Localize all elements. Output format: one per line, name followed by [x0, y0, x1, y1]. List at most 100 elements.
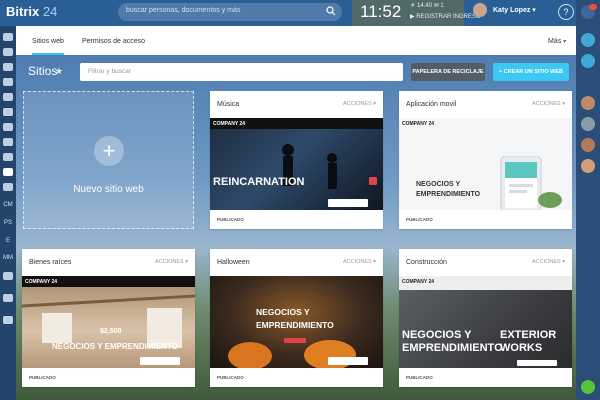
- brand-version: 24: [42, 4, 58, 19]
- top-bar: Bitrix 24 buscar personas, documentos y …: [0, 0, 600, 26]
- site-preview[interactable]: COMPANY 24 NEGOCIOS Y EMPRENDIMIENTO: [399, 118, 572, 210]
- site-preview[interactable]: COMPANY 24 $2,500 NEGOCIOS Y EMPRENDIMIE…: [22, 276, 195, 368]
- global-search-placeholder: buscar personas, documentos y más: [126, 7, 241, 14]
- site-preview[interactable]: NEGOCIOS Y EMPRENDIMIENTO: [210, 276, 383, 368]
- site-card-actions[interactable]: ACCIONES ▾: [532, 259, 565, 265]
- site-card-actions[interactable]: ACCIONES ▾: [343, 259, 376, 265]
- search-icon[interactable]: [326, 6, 336, 16]
- tab-more[interactable]: Más ▾: [548, 26, 566, 55]
- preview-headline: EMPRENDIMIENTO: [416, 191, 481, 198]
- tasks-icon[interactable]: [3, 63, 13, 71]
- clock-icon[interactable]: [3, 138, 13, 146]
- preview-headline: NEGOCIOS Y: [256, 307, 310, 317]
- notification-badge: [589, 4, 597, 10]
- contact-avatar[interactable]: [581, 117, 595, 131]
- user-name: Katy Lopez: [493, 7, 531, 14]
- filter-search-input[interactable]: Filtrar y buscar: [80, 63, 403, 81]
- menu-icon[interactable]: [3, 33, 13, 41]
- preview-price: $2,500: [100, 328, 122, 335]
- site-card-real-estate[interactable]: Bienes raíces ACCIONES ▾ COMPANY 24 $2,5…: [22, 249, 195, 387]
- tab-access-permissions[interactable]: Permisos de acceso: [82, 26, 145, 55]
- chevron-down-icon: ▾: [532, 7, 536, 14]
- site-card-title: Construcción: [406, 259, 447, 266]
- user-avatar[interactable]: [473, 3, 487, 17]
- brand-name: Bitrix: [6, 4, 40, 19]
- more-icon[interactable]: [3, 316, 13, 324]
- settings-icon[interactable]: [3, 272, 13, 280]
- plus-icon: +: [94, 136, 124, 166]
- brand-logo[interactable]: Bitrix 24: [6, 4, 57, 19]
- preview-headline: EMPRENDIMIENTO: [256, 320, 334, 330]
- filter-icon[interactable]: [3, 153, 13, 161]
- sidebar-item-e[interactable]: E: [0, 238, 16, 244]
- chat-icon[interactable]: [3, 78, 13, 86]
- site-preview[interactable]: COMPANY 24 NEGOCIOS Y EMPRENDIMIENTO EXT…: [399, 276, 572, 368]
- site-card-halloween[interactable]: Halloween ACCIONES ▾ NEGOCIOS Y EMPRENDI…: [210, 249, 383, 387]
- status-badge: PUBLICADO: [217, 375, 244, 380]
- filter-placeholder: Filtrar y buscar: [88, 68, 131, 75]
- site-card-title: Bienes raíces: [29, 259, 72, 266]
- sidebar-item-cm[interactable]: CM: [0, 202, 16, 208]
- site-card-title: Música: [217, 101, 240, 108]
- preview-headline: EMPRENDIMIENTO: [402, 342, 503, 354]
- drive-icon[interactable]: [3, 108, 13, 116]
- preview-logo: COMPANY 24: [25, 279, 58, 285]
- site-preview[interactable]: COMPANY 24 REINCARNATION: [210, 118, 383, 210]
- site-card-music[interactable]: Música ACCIONES ▾ COMPANY 24 REINCARNATI…: [210, 91, 383, 229]
- site-card-title: Aplicación movil: [406, 101, 457, 108]
- global-search-input[interactable]: buscar personas, documentos y más: [118, 3, 342, 21]
- sidebar-item-ps[interactable]: PS: [0, 220, 16, 226]
- preview-headline: NEGOCIOS Y: [416, 181, 461, 188]
- sidebar-item-mm[interactable]: MM: [0, 255, 16, 261]
- messenger-icon[interactable]: [581, 54, 595, 68]
- star-icon[interactable]: ★: [55, 66, 63, 77]
- tab-more-label: Más: [548, 38, 562, 45]
- contact-avatar[interactable]: [581, 138, 595, 152]
- sites-icon[interactable]: [3, 168, 13, 176]
- new-site-label: Nuevo sitio web: [73, 184, 144, 195]
- site-card-construction[interactable]: Construcción ACCIONES ▾ COMPANY 24 NEGOC…: [399, 249, 572, 387]
- store-icon[interactable]: [3, 183, 13, 191]
- plant-image: [538, 192, 562, 208]
- calendar-icon[interactable]: [3, 93, 13, 101]
- site-card-mobile-app[interactable]: Aplicación movil ACCIONES ▾ COMPANY 24 N…: [399, 91, 572, 229]
- clock-info: ☀ 14:40 ✉ 1: [410, 3, 444, 9]
- right-sidebar: [576, 0, 600, 400]
- register-entry-button[interactable]: ▶ REGISTRAR INGRESO: [410, 13, 481, 20]
- preview-headline: NEGOCIOS Y EMPRENDIMIENTO: [52, 342, 178, 351]
- phone-icon[interactable]: [581, 380, 595, 394]
- apps-icon[interactable]: [3, 294, 13, 302]
- chevron-down-icon: ▾: [563, 39, 567, 45]
- preview-logo: COMPANY 24: [402, 279, 435, 285]
- preview-headline: NEGOCIOS Y: [402, 329, 472, 341]
- preview-headline: WORKS: [500, 342, 543, 354]
- status-badge: PUBLICADO: [29, 375, 56, 380]
- status-badge: PUBLICADO: [406, 375, 433, 380]
- site-card-actions[interactable]: ACCIONES ▾: [343, 101, 376, 107]
- mail-icon[interactable]: [3, 123, 13, 131]
- contact-avatar[interactable]: [581, 96, 595, 110]
- chat-icon[interactable]: [581, 33, 595, 47]
- clock-time: 11:52: [360, 2, 402, 21]
- status-badge: PUBLICADO: [406, 217, 433, 222]
- site-card-title: Halloween: [217, 259, 250, 266]
- create-site-button[interactable]: + CREAR UN SITIO WEB: [493, 63, 569, 81]
- help-icon[interactable]: ?: [558, 4, 574, 20]
- preview-headline: REINCARNATION: [213, 176, 305, 188]
- preview-headline: EXTERIOR: [500, 329, 557, 341]
- tab-sites[interactable]: Sitios web: [32, 26, 64, 55]
- preview-logo: COMPANY 24: [402, 121, 435, 127]
- feed-icon[interactable]: [3, 48, 13, 56]
- tab-bar: Sitios web Permisos de acceso Más ▾: [16, 26, 576, 55]
- new-site-tile[interactable]: + Nuevo sitio web: [23, 91, 194, 229]
- recycle-bin-button[interactable]: PAPELERA DE RECICLAJE: [411, 63, 485, 81]
- preview-logo: COMPANY 24: [213, 121, 246, 127]
- site-card-actions[interactable]: ACCIONES ▾: [155, 259, 188, 265]
- page-title: Sitios: [28, 64, 58, 78]
- time-widget[interactable]: 11:52 ☀ 14:40 ✉ 1 ▶ REGISTRAR INGRESO: [352, 0, 481, 26]
- user-menu[interactable]: Katy Lopez ▾: [493, 6, 536, 14]
- concert-image: [282, 144, 337, 189]
- contact-avatar[interactable]: [581, 159, 595, 173]
- status-badge: PUBLICADO: [217, 217, 244, 222]
- site-card-actions[interactable]: ACCIONES ▾: [532, 101, 565, 107]
